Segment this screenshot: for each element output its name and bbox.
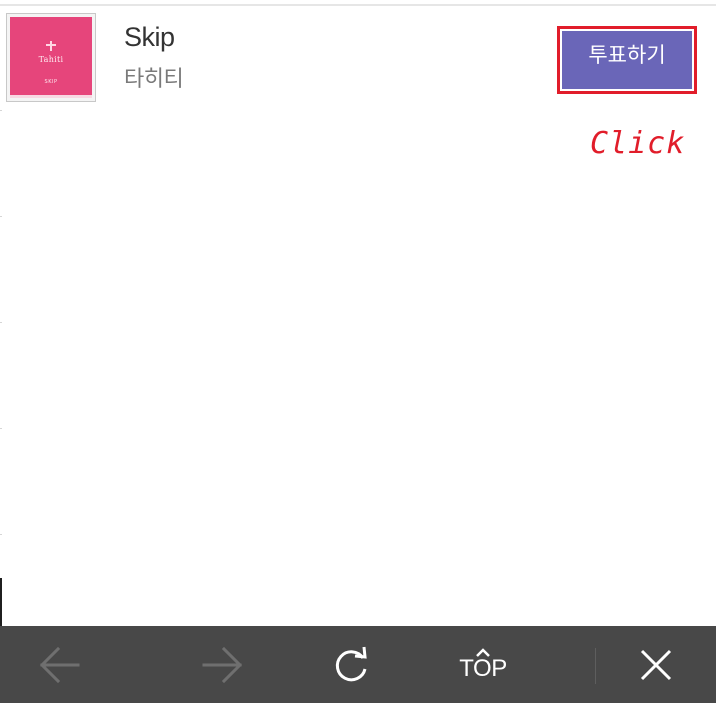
arrow-left-icon <box>39 646 80 683</box>
scroll-top-label: TOP <box>459 654 507 682</box>
arrow-right-icon <box>202 646 243 683</box>
refresh-button[interactable] <box>312 626 392 703</box>
back-button[interactable] <box>20 626 100 703</box>
album-art: Tahiti SKIP <box>10 17 92 98</box>
refresh-icon <box>335 646 367 681</box>
album-cover-sub: SKIP <box>44 79 58 85</box>
forward-button[interactable] <box>182 626 262 703</box>
artist-name: 타히티 <box>124 67 184 92</box>
album-cover[interactable]: Tahiti SKIP <box>6 13 96 102</box>
bottom-toolbar: TOP <box>0 626 716 703</box>
toolbar-divider <box>595 648 596 684</box>
ornament-icon <box>46 41 56 51</box>
song-title: Skip <box>124 22 175 52</box>
close-icon <box>640 649 672 680</box>
vote-button[interactable]: 투표하기 <box>562 31 692 89</box>
click-annotation: Click <box>590 126 686 161</box>
close-button[interactable] <box>616 626 696 703</box>
scroll-top-button[interactable]: TOP <box>443 626 523 703</box>
album-cover-text: Tahiti <box>38 55 64 64</box>
